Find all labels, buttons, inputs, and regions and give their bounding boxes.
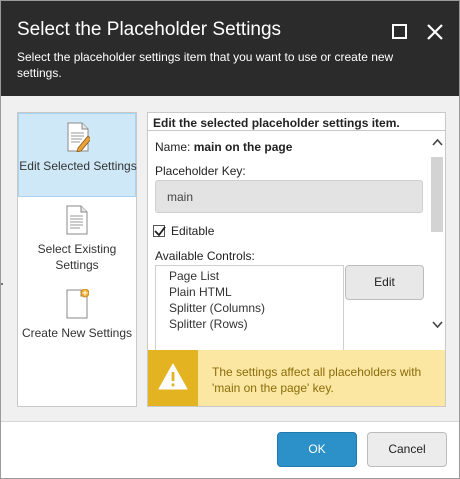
document-edit-icon [67,122,90,152]
name-value: main on the page [193,140,293,154]
available-controls-list[interactable]: Page List Plain HTML Splitter (Columns) … [155,265,344,353]
option-edit-selected-settings[interactable]: Edit Selected Settings [18,113,137,197]
detail-scrollbar[interactable] [430,132,445,350]
warning-message: The settings affect all placeholders wit… [148,350,445,406]
cancel-button[interactable]: Cancel [367,432,447,467]
editable-checkbox[interactable] [153,225,166,237]
warning-icon [158,363,188,390]
dialog-title: Select the Placeholder Settings [17,19,282,40]
chevron-up-icon[interactable] [431,136,444,149]
name-row: Name: main on the page [155,140,292,154]
placeholder-key-field[interactable]: main [155,180,423,213]
option-label: Create New Settings [21,326,133,340]
name-label: Name: [155,140,191,154]
scrollbar-thumb[interactable] [431,157,443,232]
settings-detail-panel: Edit the selected placeholder settings i… [147,112,446,407]
dialog-header: Select the Placeholder Settings Select t… [1,1,459,96]
dialog-body: Edit Selected Settings Select Existing S… [1,96,459,421]
close-button[interactable] [424,21,446,43]
list-item[interactable]: Page List [169,268,343,284]
edit-controls-button[interactable]: Edit [345,265,424,300]
warning-icon-box [148,350,198,406]
detail-heading: Edit the selected placeholder settings i… [148,113,445,131]
document-icon [66,205,88,235]
available-controls-label: Available Controls: [155,249,255,263]
warning-text: The settings affect all placeholders wit… [212,365,422,395]
editable-row: Editable [153,224,214,238]
placeholder-key-label: Placeholder Key: [155,164,246,178]
option-label: Edit Selected Settings [19,159,137,173]
settings-options-panel: Edit Selected Settings Select Existing S… [17,112,137,407]
list-item[interactable]: Splitter (Columns) [169,300,343,316]
chevron-down-icon[interactable] [431,318,444,331]
document-new-icon [66,289,89,319]
checkmark-icon [154,226,166,237]
maximize-icon [392,24,407,39]
list-item[interactable]: Plain HTML [169,284,343,300]
placeholder-settings-dialog: Select the Placeholder Settings Select t… [0,0,460,479]
maximize-button[interactable] [389,21,411,43]
dialog-subtitle: Select the placeholder settings item tha… [17,50,394,80]
editable-label: Editable [171,224,215,238]
option-select-existing-settings[interactable]: Select Existing Settings [18,197,136,281]
side-marker [1,283,3,285]
detail-content: Name: main on the page Placeholder Key: … [148,132,431,353]
option-create-new-settings[interactable]: Create New Settings [18,281,136,365]
ok-button[interactable]: OK [277,432,357,467]
dialog-footer: OK Cancel [1,421,459,478]
option-label: Select Existing Settings [37,242,117,272]
list-item[interactable]: Splitter (Rows) [169,316,343,332]
close-icon [427,24,443,40]
